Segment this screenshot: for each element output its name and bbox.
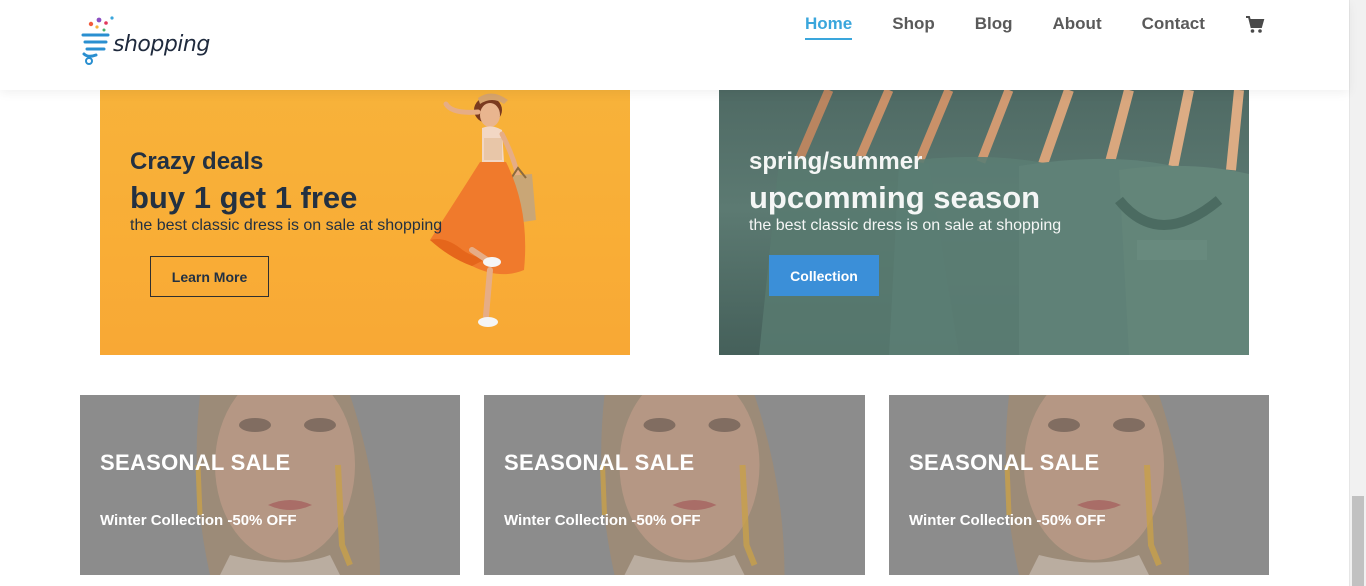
- logo[interactable]: shopping: [80, 14, 210, 68]
- seasonal-sale-card[interactable]: SEASONAL SALE Winter Collection -50% OFF: [80, 395, 460, 575]
- logo-text: shopping: [113, 32, 210, 57]
- card-title: SEASONAL SALE: [100, 450, 291, 475]
- nav-home[interactable]: Home: [805, 14, 853, 40]
- promo-banner-season: spring/summer upcomming season the best …: [719, 90, 1249, 355]
- card-subtitle: Winter Collection -50% OFF: [100, 512, 297, 529]
- banner-title: buy 1 get 1 free: [130, 180, 358, 215]
- nav-blog[interactable]: Blog: [975, 14, 1013, 38]
- nav-contact[interactable]: Contact: [1142, 14, 1205, 38]
- card-title: SEASONAL SALE: [909, 450, 1100, 475]
- banner-description: the best classic dress is on sale at sho…: [130, 217, 443, 234]
- nav-shop[interactable]: Shop: [892, 14, 935, 38]
- seasonal-sale-card[interactable]: SEASONAL SALE Winter Collection -50% OFF: [889, 395, 1269, 575]
- model-portrait-image: [600, 395, 785, 575]
- seasonal-sale-card[interactable]: SEASONAL SALE Winter Collection -50% OFF: [484, 395, 865, 575]
- collection-button[interactable]: Collection: [769, 255, 879, 296]
- model-portrait-image: [1004, 395, 1189, 575]
- site-header: shopping Home Shop Blog About Contact: [0, 0, 1349, 90]
- main-nav: Home Shop Blog About Contact: [805, 14, 1265, 40]
- card-subtitle: Winter Collection -50% OFF: [909, 512, 1106, 529]
- banner-title: upcomming season: [749, 180, 1041, 215]
- promo-banner-deals: Crazy deals buy 1 get 1 free the best cl…: [100, 90, 630, 355]
- card-title: SEASONAL SALE: [504, 450, 695, 475]
- page: shopping Home Shop Blog About Contact Cr…: [0, 0, 1366, 586]
- scrollbar-thumb[interactable]: [1352, 496, 1364, 586]
- banner-description: the best classic dress is on sale at sho…: [749, 217, 1062, 234]
- cart-icon[interactable]: [1245, 15, 1265, 35]
- page-scrollbar[interactable]: [1349, 0, 1366, 586]
- learn-more-button[interactable]: Learn More: [150, 256, 269, 297]
- nav-about[interactable]: About: [1053, 14, 1102, 38]
- banner-subtitle: Crazy deals: [130, 148, 264, 175]
- card-subtitle: Winter Collection -50% OFF: [504, 512, 701, 529]
- banner-subtitle: spring/summer: [749, 148, 923, 175]
- model-portrait-image: [195, 395, 380, 575]
